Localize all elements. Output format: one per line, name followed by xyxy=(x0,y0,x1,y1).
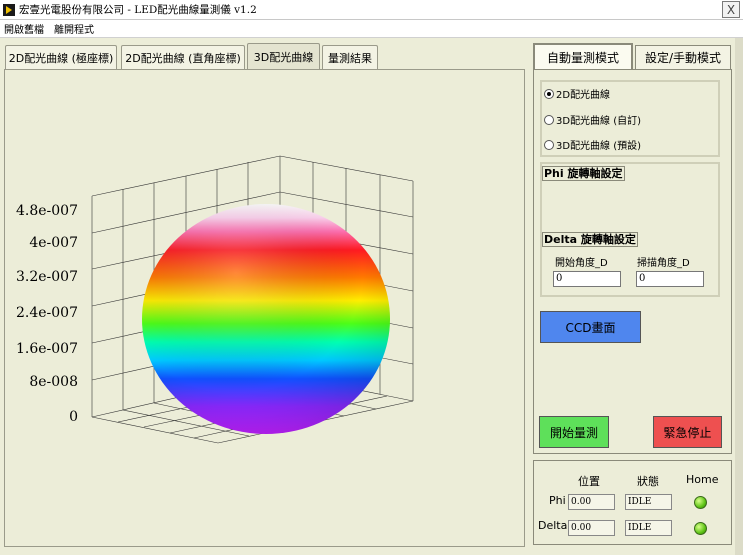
z-axis-ticks: 4.8e-007 4e-007 3.2e-007 2.4e-007 1.6e-0… xyxy=(16,203,78,425)
mode-label: 2D配光曲線 xyxy=(556,90,611,101)
mode-label: 3D配光曲線 (自訂) xyxy=(556,116,642,127)
title-bar: 宏壹光電股份有限公司 - LED配光曲線量測儀 v1.2 X xyxy=(0,0,743,20)
tab-auto-mode[interactable]: 自動量測模式 xyxy=(533,43,633,70)
ccd-view-button[interactable]: CCD畫面 xyxy=(540,311,641,343)
delta-state-display: IDLE xyxy=(625,520,672,536)
status-header-home: Home xyxy=(686,473,719,486)
axis-label-delta: Delta xyxy=(538,519,568,532)
scan-angle-caption: 掃描角度_D xyxy=(637,258,690,269)
menu-exit[interactable]: 離開程式 xyxy=(54,21,94,36)
axis-label-phi: Phi xyxy=(549,494,566,507)
sphere-surface xyxy=(142,204,390,434)
mode-option-3d-default[interactable]: 3D配光曲線 (預設) xyxy=(544,137,641,152)
status-header-state: 狀態 xyxy=(637,475,659,488)
menu-bar: 開啟舊檔 離開程式 xyxy=(0,20,743,38)
plot-3d[interactable]: 4.8e-007 4e-007 3.2e-007 2.4e-007 1.6e-0… xyxy=(8,74,520,546)
mode-option-3d-custom[interactable]: 3D配光曲線 (自訂) xyxy=(544,112,641,127)
z-tick-label: 0 xyxy=(69,409,78,425)
tab-manual-mode[interactable]: 設定/手動模式 xyxy=(635,45,731,69)
tab-results[interactable]: 量測結果 xyxy=(322,45,378,69)
menu-open-file[interactable]: 開啟舊檔 xyxy=(4,21,44,36)
phi-position-display: 0.00 xyxy=(568,494,615,510)
tab-2d-cartesian[interactable]: 2D配光曲線 (直角座標) xyxy=(121,45,245,69)
close-button[interactable]: X xyxy=(722,1,740,18)
z-tick-label: 1.6e-007 xyxy=(16,341,78,357)
delta-settings-label: Delta 旋轉軸設定 xyxy=(542,232,638,247)
mode-option-2d[interactable]: 2D配光曲線 xyxy=(544,86,610,101)
tab-3d[interactable]: 3D配光曲線 xyxy=(247,43,320,70)
start-angle-input[interactable]: 0 xyxy=(553,271,621,287)
mode-label: 3D配光曲線 (預設) xyxy=(556,141,642,152)
emergency-stop-button[interactable]: 緊急停止 xyxy=(653,416,722,448)
app-icon xyxy=(3,3,15,16)
start-measure-button[interactable]: 開始量測 xyxy=(539,416,609,448)
z-tick-label: 8e-008 xyxy=(29,374,78,390)
right-edge-scrollbar xyxy=(735,38,743,555)
phi-settings-label: Phi 旋轉軸設定 xyxy=(542,166,625,181)
tab-2d-polar[interactable]: 2D配光曲線 (極座標) xyxy=(5,45,117,69)
radio-icon[interactable] xyxy=(544,114,554,125)
window-title: 宏壹光電股份有限公司 - LED配光曲線量測儀 v1.2 xyxy=(19,4,257,16)
z-tick-label: 3.2e-007 xyxy=(16,269,78,285)
z-tick-label: 2.4e-007 xyxy=(16,305,78,321)
delta-home-led-icon xyxy=(694,522,707,535)
scan-angle-input[interactable]: 0 xyxy=(636,271,704,287)
radio-icon[interactable] xyxy=(544,88,554,99)
phi-state-display: IDLE xyxy=(625,494,672,510)
z-tick-label: 4e-007 xyxy=(29,235,78,251)
radio-icon[interactable] xyxy=(544,139,554,150)
status-header-position: 位置 xyxy=(578,475,600,488)
delta-position-display: 0.00 xyxy=(568,520,615,536)
z-tick-label: 4.8e-007 xyxy=(16,203,78,219)
start-angle-caption: 開始角度_D xyxy=(555,258,608,269)
phi-home-led-icon xyxy=(694,496,707,509)
